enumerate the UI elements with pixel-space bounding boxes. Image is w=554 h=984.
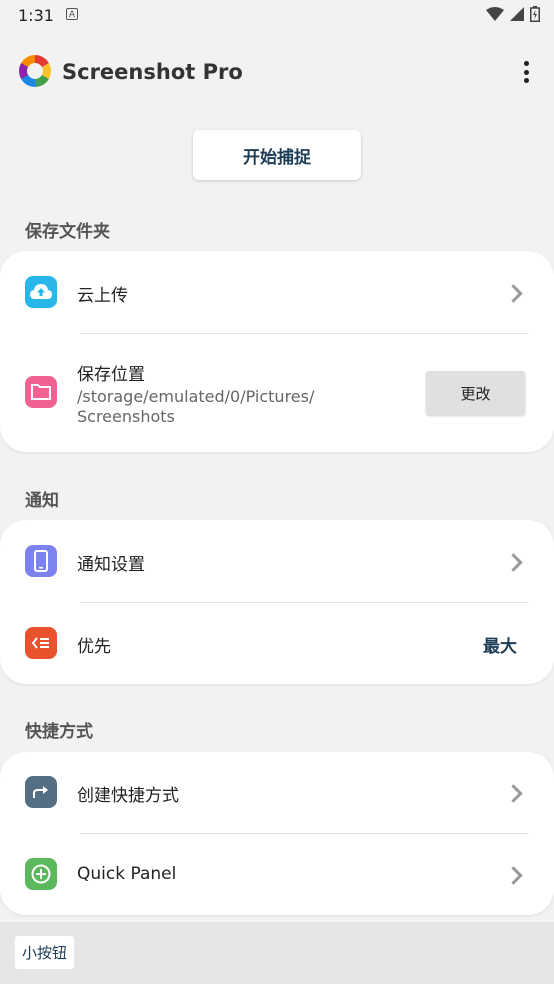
priority-icon [25,627,57,659]
change-location-button[interactable]: 更改 [426,371,525,415]
wifi-icon [486,7,504,21]
status-time: 1:31 [18,6,54,25]
share-arrow-icon [25,776,57,808]
start-capture-button[interactable]: 开始捕捉 [193,130,361,180]
cloud-upload-row[interactable]: 云上传 [0,251,554,333]
priority-label: 优先 [77,637,111,657]
save-location-label: 保存位置 [77,365,145,385]
battery-icon [530,6,540,22]
priority-value: 最大 [483,637,517,657]
priority-row[interactable]: 优先 最大 [0,603,554,684]
chevron-right-icon [504,866,523,885]
status-bar: 1:31 A [0,0,554,32]
save-path-line2: Screenshots [77,407,175,426]
notification-settings-label: 通知设置 [77,555,145,575]
chevron-right-icon [504,284,523,303]
cloud-upload-label: 云上传 [77,286,128,306]
notification-settings-row[interactable]: 通知设置 [0,520,554,602]
create-shortcut-row[interactable]: 创建快捷方式 [0,752,554,833]
save-path-line1: /storage/emulated/0/Pictures/ [77,387,315,406]
cloud-upload-icon [25,276,57,308]
app-logo-icon [19,55,51,87]
folder-icon [25,376,57,408]
create-shortcut-label: 创建快捷方式 [77,786,179,806]
quick-panel-row[interactable]: Quick Panel [0,834,554,915]
chevron-right-icon [504,784,523,803]
chevron-right-icon [504,553,523,572]
mini-button[interactable]: 小按钮 [15,936,74,969]
status-icons [486,6,540,22]
app-title: Screenshot Pro [62,60,243,84]
section-title-save-folder: 保存文件夹 [25,222,110,242]
notification-a-icon: A [66,8,78,20]
app-bar: Screenshot Pro [0,50,554,94]
add-circle-icon [25,858,57,890]
phone-icon [25,545,57,577]
section-title-notification: 通知 [25,491,59,511]
bottom-bar: 小按钮 [0,922,554,984]
signal-icon [510,7,524,21]
overflow-menu-icon[interactable] [516,58,536,86]
quick-panel-label: Quick Panel [77,864,177,884]
section-title-shortcut: 快捷方式 [25,722,93,742]
